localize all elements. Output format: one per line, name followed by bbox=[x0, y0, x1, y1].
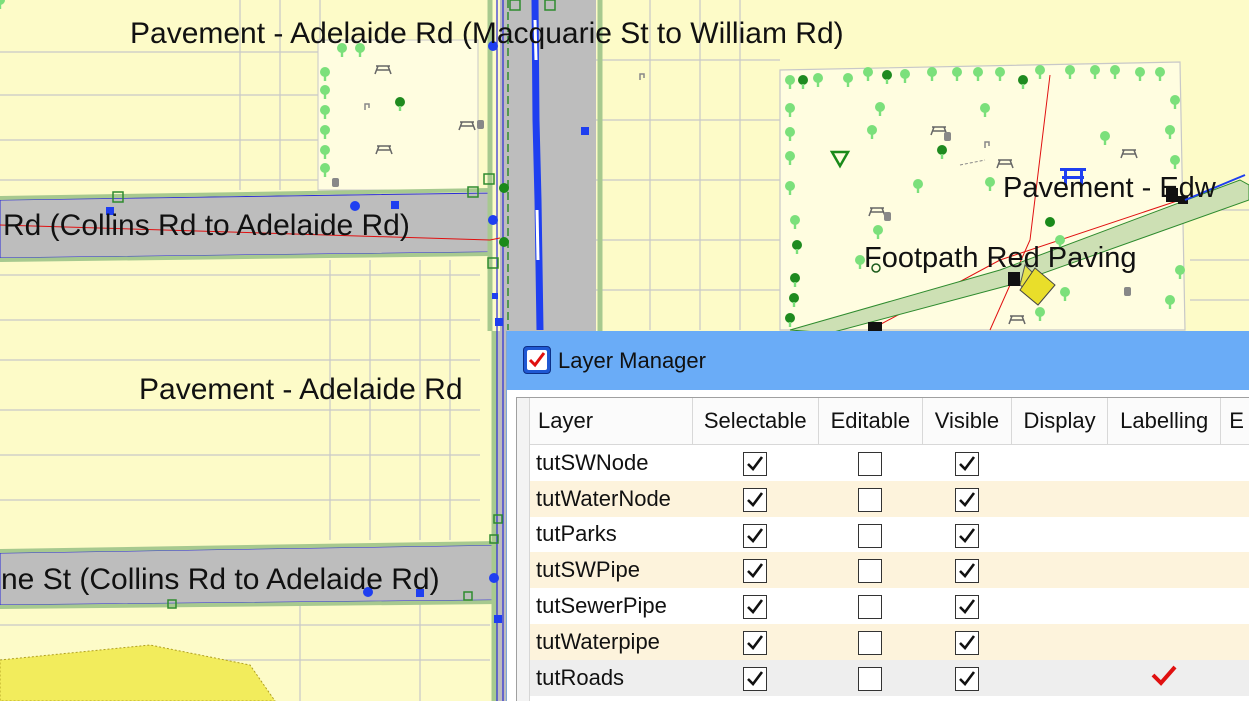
layer-name[interactable]: tutWaterNode bbox=[530, 480, 693, 517]
layer-row[interactable]: tutParks bbox=[530, 516, 1249, 553]
layer-name[interactable]: tutRoads bbox=[530, 659, 693, 696]
visible-checkbox[interactable] bbox=[954, 595, 979, 620]
layer-name[interactable]: tutWaterpipe bbox=[530, 623, 693, 660]
labelling-cell[interactable] bbox=[1107, 444, 1221, 481]
selectable-checkbox[interactable] bbox=[743, 523, 768, 548]
layer-name[interactable]: tutSWNode bbox=[530, 444, 693, 481]
layer-manager-check-icon bbox=[523, 346, 551, 374]
display-cell[interactable] bbox=[1011, 623, 1108, 660]
map-label-edward: Pavement - Edw bbox=[1003, 172, 1216, 204]
labelling-cell[interactable] bbox=[1107, 588, 1221, 624]
park-top-left bbox=[317, 39, 479, 191]
editable-checkbox[interactable] bbox=[858, 559, 883, 584]
column-header-display[interactable]: Display bbox=[1011, 398, 1109, 445]
layer-row[interactable]: tutWaterpipe bbox=[530, 623, 1249, 660]
selectable-checkbox[interactable] bbox=[743, 559, 768, 584]
layer-manager-grid[interactable]: Layer Selectable Editable Visible Displa… bbox=[516, 397, 1249, 701]
map-label-footpath: Footpath Red Paving bbox=[864, 242, 1137, 274]
layer-name[interactable]: tutParks bbox=[530, 516, 693, 553]
e-cell[interactable] bbox=[1220, 552, 1249, 589]
selectable-checkbox[interactable] bbox=[743, 451, 768, 476]
visible-checkbox[interactable] bbox=[954, 523, 979, 548]
editable-checkbox[interactable] bbox=[858, 595, 883, 620]
selectable-checkbox[interactable] bbox=[743, 595, 768, 620]
column-header-labelling[interactable]: Labelling bbox=[1107, 398, 1222, 445]
labelling-check-icon bbox=[1151, 664, 1177, 692]
e-cell[interactable] bbox=[1220, 588, 1249, 624]
labelling-cell[interactable] bbox=[1107, 659, 1221, 696]
layer-manager-window[interactable]: Layer Manager Layer Selectable Editable … bbox=[506, 331, 1249, 701]
labelling-cell[interactable] bbox=[1107, 480, 1221, 517]
layer-row[interactable]: tutWaterNode bbox=[530, 480, 1249, 517]
display-cell[interactable] bbox=[1011, 516, 1108, 553]
selectable-checkbox[interactable] bbox=[743, 630, 768, 655]
column-header-editable[interactable]: Editable bbox=[818, 398, 923, 445]
e-cell[interactable] bbox=[1220, 516, 1249, 553]
column-header-layer[interactable]: Layer bbox=[530, 398, 693, 445]
map-label-collins-adelaide-2: ne St (Collins Rd to Adelaide Rd) bbox=[1, 563, 440, 596]
e-cell[interactable] bbox=[1220, 623, 1249, 660]
visible-checkbox[interactable] bbox=[954, 630, 979, 655]
editable-checkbox[interactable] bbox=[858, 523, 883, 548]
labelling-cell[interactable] bbox=[1107, 623, 1221, 660]
layer-manager-title-bar[interactable]: Layer Manager bbox=[507, 331, 1249, 390]
selectable-checkbox[interactable] bbox=[743, 666, 768, 691]
display-cell[interactable] bbox=[1011, 480, 1108, 517]
column-header-visible[interactable]: Visible bbox=[922, 398, 1013, 445]
labelling-cell[interactable] bbox=[1107, 516, 1221, 553]
display-cell[interactable] bbox=[1011, 659, 1108, 696]
visible-checkbox[interactable] bbox=[954, 451, 979, 476]
layer-row[interactable]: tutSewerPipe bbox=[530, 588, 1249, 624]
layer-row[interactable]: tutSWPipe bbox=[530, 552, 1249, 589]
editable-checkbox[interactable] bbox=[858, 451, 883, 476]
layer-name[interactable]: tutSWPipe bbox=[530, 552, 693, 589]
display-cell[interactable] bbox=[1011, 444, 1108, 481]
layer-row[interactable]: tutRoads bbox=[530, 659, 1249, 696]
selectable-checkbox[interactable] bbox=[743, 487, 768, 512]
column-header-e[interactable]: E bbox=[1220, 398, 1249, 445]
map-label-collins-adelaide-1: Rd (Collins Rd to Adelaide Rd) bbox=[3, 209, 410, 242]
e-cell[interactable] bbox=[1220, 480, 1249, 517]
row-header-strip bbox=[517, 398, 530, 701]
layer-manager-title: Layer Manager bbox=[558, 348, 706, 373]
editable-checkbox[interactable] bbox=[858, 666, 883, 691]
visible-checkbox[interactable] bbox=[954, 487, 979, 512]
e-cell[interactable] bbox=[1220, 659, 1249, 696]
layer-name[interactable]: tutSewerPipe bbox=[530, 588, 693, 624]
labelling-cell[interactable] bbox=[1107, 552, 1221, 589]
visible-checkbox[interactable] bbox=[954, 666, 979, 691]
layer-row[interactable]: tutSWNode bbox=[530, 444, 1249, 481]
column-header-selectable[interactable]: Selectable bbox=[692, 398, 819, 445]
display-cell[interactable] bbox=[1011, 588, 1108, 624]
display-cell[interactable] bbox=[1011, 552, 1108, 589]
editable-checkbox[interactable] bbox=[858, 487, 883, 512]
visible-checkbox[interactable] bbox=[954, 559, 979, 584]
e-cell[interactable] bbox=[1220, 444, 1249, 481]
editable-checkbox[interactable] bbox=[858, 630, 883, 655]
map-label-adelaide-top: Pavement - Adelaide Rd (Macquarie St to … bbox=[130, 17, 844, 50]
layer-table: Layer Selectable Editable Visible Displa… bbox=[530, 398, 1249, 696]
map-label-adelaide-mid: Pavement - Adelaide Rd bbox=[139, 373, 463, 406]
